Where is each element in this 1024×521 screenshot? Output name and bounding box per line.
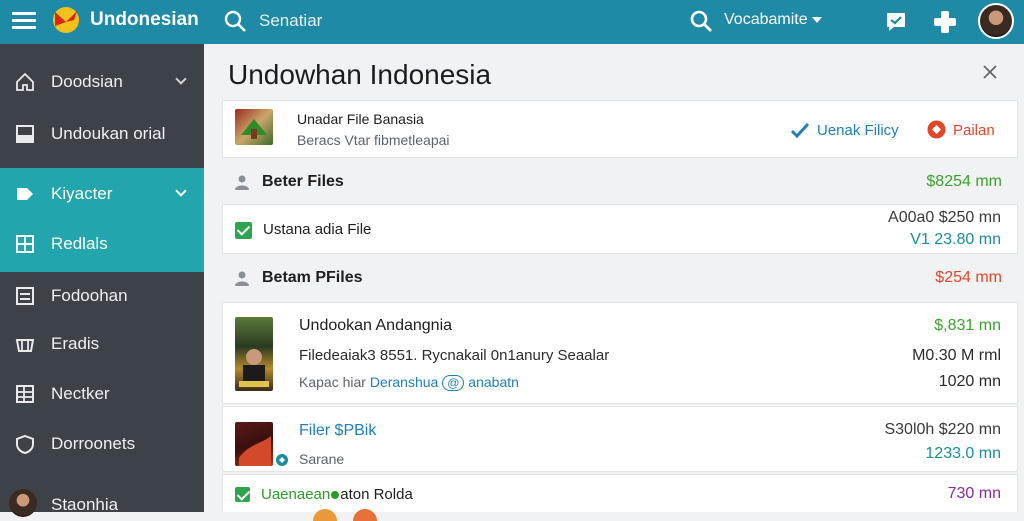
app-name[interactable]: Undonesian [90,9,199,31]
section-label: Beter Files [262,173,344,190]
checkbox[interactable] [235,222,252,239]
file-subtitle: Beracs Vtar fibmetleapai [297,132,450,148]
person-icon [235,175,249,190]
status-icon [276,454,288,466]
file-thumbnail [235,109,273,145]
amount-primary: S30l0h $220 mn [884,421,1001,438]
file-card[interactable]: Filer $PBik Sarane S30l0h $220 mn 1233.0… [222,406,1018,472]
alert-icon [927,120,946,139]
close-icon[interactable] [982,64,998,80]
status-dot [331,491,340,500]
chevron-down-icon [175,73,187,85]
sidebar-item-dorroonets[interactable]: Dorroonets [0,418,204,470]
user-avatar[interactable] [9,489,37,517]
grid-icon [16,235,34,253]
file-description: Filedeaiak3 8551. Rycnakail 0n1anury Sea… [299,347,610,364]
sidebar-item-redlals[interactable]: Redlals [0,218,204,272]
sidebar-item-undoukan[interactable]: Undoukan orial [0,108,204,160]
search-icon[interactable] [223,9,247,33]
file-row[interactable]: Ustana adia File A00a0 $250 mn V1 23.80 … [222,204,1018,254]
menu-icon[interactable] [12,9,36,33]
file-thumbnail [235,422,273,466]
at-badge: @ [442,375,465,391]
file-name[interactable]: Filer $PBik [299,422,376,440]
section-amount: $8254 mm [926,173,1002,190]
file-meta: Kapac hiar Deranshua @ anabatn [299,374,519,391]
table-icon [16,385,34,403]
search-icon[interactable] [689,9,713,33]
sidebar-item-nectker[interactable]: Nectker [0,368,204,420]
sidebar-item-label: Undoukan orial [51,124,166,143]
page-title: Undowhan Indonesia [228,59,492,90]
sidebar: Doodsian Undoukan orial Kiyacter Redlals… [0,44,204,517]
amount-secondary: V1 23.80 mn [910,231,1001,248]
meta-label: Kapac hiar [299,374,366,390]
sidebar-item-kiyacter[interactable]: Kiyacter [0,168,204,220]
sidebar-item-eradis[interactable]: Eradis [0,318,204,370]
square-icon [16,125,34,143]
report-button[interactable]: Pailan [953,122,995,139]
section-amount: $254 mm [935,269,1002,286]
search-input[interactable]: Senatiar [259,11,322,31]
file-header-card: Unadar File Banasia Beracs Vtar fibmetle… [222,100,1018,158]
check-icon [791,122,809,138]
avatar[interactable] [978,3,1014,39]
chevron-down-icon[interactable] [812,17,822,23]
gamepad-icon[interactable] [932,9,958,35]
file-subtitle: Sarane [299,451,345,467]
person-icon [235,271,249,286]
amount-secondary: 1233.0 mn [925,445,1001,462]
file-detail-card[interactable]: Undookan Andangnia Filedeaiak3 8551. Ryc… [222,302,1018,404]
author-link[interactable]: Deranshua [370,374,439,390]
avatar [313,509,337,521]
file-name-rest: aton Rolda [340,486,413,503]
section-header: Beter Files $8254 mm [222,162,1018,202]
section-header: Betam PFiles $254 mm [222,258,1018,298]
file-name: Undookan Andangnia [299,317,453,334]
file-name: Uaenaean aton Rolda [261,486,413,503]
list-icon [16,287,34,305]
chat-icon[interactable] [884,10,908,34]
file-name: Unadar File Banasia [297,111,424,127]
main-panel: Undowhan Indonesia Unadar File Banasia B… [204,44,1024,521]
amount-secondary: M0.30 M rml [912,347,1001,364]
amount-primary: 730 mn [947,485,1001,502]
file-name-highlight: Uaenaean [261,486,331,503]
sidebar-item-fodoohan[interactable]: Fodoohan [0,270,204,322]
home-icon [16,72,34,91]
sidebar-user-label[interactable]: Staonhia [51,495,118,515]
amount-tertiary: 1020 mn [938,373,1001,390]
sidebar-item-label: Nectker [51,384,110,403]
sidebar-item-label: Redlals [51,234,108,253]
handle-link[interactable]: anabatn [468,374,519,390]
shield-icon [16,434,34,455]
sidebar-item-label: Doodsian [51,72,123,91]
file-name: Ustana adia File [263,221,372,238]
verify-policy-link[interactable]: Uenak Filicy [817,122,899,139]
file-row[interactable]: Uaenaean aton Rolda 730 mn [222,474,1018,521]
sidebar-item-label: Kiyacter [51,184,113,203]
chevron-down-icon [175,185,187,197]
checkbox[interactable] [235,487,250,502]
sidebar-item-label: Dorroonets [51,434,136,453]
sidebar-item-label: Fodoohan [51,286,128,305]
avatar [353,509,377,521]
sidebar-item-doodsian[interactable]: Doodsian [0,56,204,108]
tag-icon [17,188,33,200]
file-thumbnail [235,317,273,391]
amount-primary: $,831 mn [934,317,1001,334]
section-label: Betam PFiles [262,269,363,286]
cart-icon [15,339,35,352]
logo-icon [53,7,79,33]
sidebar-item-label: Eradis [51,334,100,353]
amount-primary: A00a0 $250 mn [888,209,1001,226]
top-bar: Undonesian Senatiar Vocabamite [0,0,1024,44]
vocabulary-dropdown[interactable]: Vocabamite [724,11,808,29]
